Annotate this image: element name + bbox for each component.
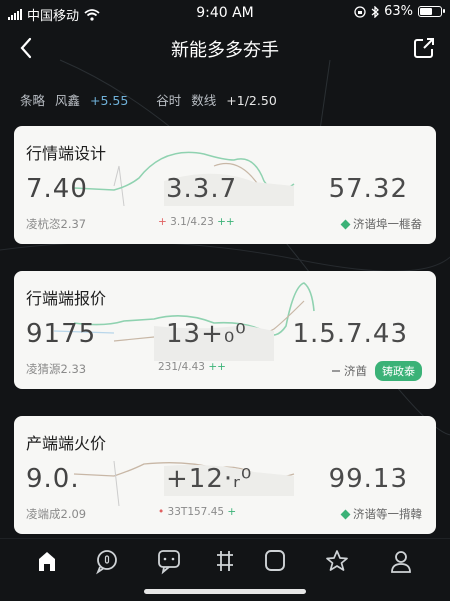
market-card[interactable]: 产端端火价 9.0. +12·ᵣ⁰ 99.13 凌端成2.09 • 33T157… — [14, 416, 436, 534]
card-subtitle: 凌杭恣2.37 — [26, 217, 87, 231]
card-value: 9.0. — [26, 464, 80, 494]
card-mid-subtitle: + 3.1/4.23 ++ — [158, 216, 235, 228]
card-value: 7.40 — [26, 174, 88, 204]
summary-change-1: +5.55 — [90, 93, 129, 108]
diamond-icon — [340, 219, 351, 229]
square-icon[interactable] — [258, 547, 292, 575]
card-right-subtitle: 济谐埠一榧畚 — [340, 216, 422, 232]
card-mid-value: 3.3.7 — [166, 174, 238, 204]
mid-sub-value: 3.1/4.23 — [170, 216, 214, 228]
card-value: 9175 — [26, 319, 97, 349]
card-mid-subtitle: 231/4.43 ++ — [158, 361, 226, 373]
status-badge: 铸政泰 — [375, 361, 422, 381]
grid-icon[interactable] — [208, 547, 242, 575]
right-sub-text: 济谐埠一榧畚 — [353, 217, 422, 231]
card-title: 行端端报价 — [26, 289, 107, 308]
summary-change-2: +1/2.50 — [226, 93, 277, 108]
chat-bubble-icon[interactable] — [90, 547, 124, 575]
battery-percent: 63% — [384, 4, 413, 19]
mid-sub-prefix: • — [158, 506, 165, 518]
share-icon[interactable] — [412, 36, 436, 60]
market-card[interactable]: 行端端报价 9175 13+₀⁰ 1.5.7.43 凌猜源2.33 231/4.… — [14, 271, 436, 389]
card-right-subtitle: 济酋 铸政泰 — [332, 361, 422, 381]
mid-sub-suffix: + — [227, 506, 237, 518]
message-icon[interactable] — [152, 547, 186, 575]
mid-sub-prefix: + — [158, 216, 167, 228]
summary-label-3: 谷时 — [156, 93, 182, 108]
navigation-bar: 新能多多夯手 — [0, 30, 450, 66]
home-icon[interactable] — [30, 547, 64, 575]
page-title: 新能多多夯手 — [171, 40, 279, 61]
star-icon[interactable] — [320, 547, 354, 575]
summary-label-2: 风鑫 — [55, 93, 81, 108]
bluetooth-icon — [371, 5, 380, 18]
card-mid-value: 13+₀⁰ — [166, 319, 247, 349]
home-indicator[interactable] — [144, 589, 306, 594]
card-subtitle: 凌端成2.09 — [26, 507, 87, 521]
summary-label-4: 数线 — [191, 93, 217, 108]
mid-sub-suffix: ++ — [217, 216, 235, 228]
summary-label-1: 条略 — [20, 93, 46, 108]
market-card[interactable]: 行情端设计 7.40 3.3.7 57.32 凌杭恣2.37 + 3.1/4.2… — [14, 126, 436, 244]
card-mid-value: +12·ᵣ⁰ — [166, 464, 253, 494]
diamond-icon — [340, 509, 351, 519]
dash-icon — [332, 370, 340, 372]
card-right-value: 99.13 — [328, 464, 408, 494]
lock-rotation-icon — [354, 5, 366, 18]
profile-icon[interactable] — [384, 547, 418, 575]
card-title: 产端端火价 — [26, 434, 107, 453]
mid-sub-suffix: ++ — [208, 361, 226, 373]
right-sub-text: 济谐等一揹韓 — [353, 507, 422, 521]
card-right-subtitle: 济谐等一揹韓 — [340, 506, 422, 522]
right-sub-text: 济酋 — [344, 364, 367, 378]
card-right-value: 1.5.7.43 — [292, 319, 408, 349]
mid-sub-value: 231/4.43 — [158, 361, 205, 373]
mid-sub-value: 33T157.45 — [167, 506, 225, 518]
card-right-value: 57.32 — [328, 174, 408, 204]
status-bar: 中国移动 9:40 AM 63% — [0, 0, 450, 26]
card-subtitle: 凌猜源2.33 — [26, 362, 87, 376]
card-title: 行情端设计 — [26, 144, 107, 163]
battery-icon — [418, 6, 445, 17]
summary-line: 条略 风鑫 +5.55 谷时 数线 +1/2.50 — [20, 90, 283, 109]
card-mid-subtitle: • 33T157.45 + — [158, 506, 236, 518]
